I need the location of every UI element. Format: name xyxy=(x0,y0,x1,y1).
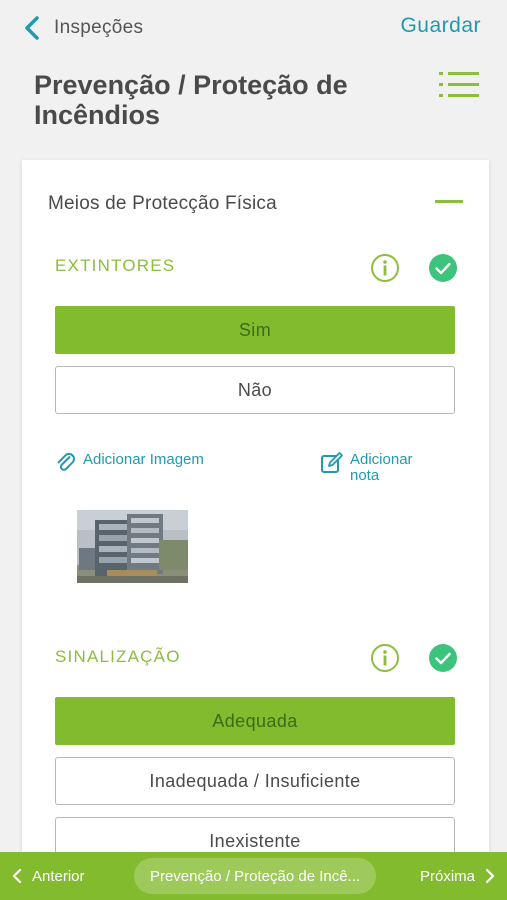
back-button[interactable]: Inspeções xyxy=(24,12,143,44)
save-button[interactable]: Guardar xyxy=(400,14,481,38)
bottom-navigation-bar: Anterior Prevenção / Proteção de Incê...… xyxy=(0,852,507,900)
next-button[interactable]: Próxima xyxy=(420,852,495,900)
current-section-pill[interactable]: Prevenção / Proteção de Incê... xyxy=(134,858,376,894)
question-label-sinalizacao: SINALIZAÇÃO xyxy=(55,647,181,666)
option-adequada[interactable]: Adequada xyxy=(55,697,455,745)
check-circle-icon xyxy=(429,254,457,282)
option-sim[interactable]: Sim xyxy=(55,306,455,354)
back-label: Inspeções xyxy=(54,17,144,38)
check-circle-icon xyxy=(429,644,457,672)
previous-button[interactable]: Anterior xyxy=(12,852,85,900)
next-label: Próxima xyxy=(419,867,475,885)
info-icon[interactable] xyxy=(370,253,400,283)
add-image-label: Adicionar Imagem xyxy=(83,451,204,468)
add-note-label: Adicionar nota xyxy=(350,451,413,484)
option-inadequada-insuficiente[interactable]: Inadequada / Insuficiente xyxy=(55,757,455,805)
attached-image-thumbnail[interactable] xyxy=(77,510,188,583)
inspection-card: Meios de Protecção Física EXTINTORES Sim… xyxy=(22,160,489,880)
section-title: Meios de Protecção Física xyxy=(48,193,277,214)
collapse-button[interactable] xyxy=(435,200,463,203)
question-label-extintores: EXTINTORES xyxy=(55,256,176,275)
option-nao[interactable]: Não xyxy=(55,366,455,414)
chevron-left-icon xyxy=(12,868,22,884)
edit-note-icon xyxy=(321,452,343,473)
paperclip-icon xyxy=(57,452,75,471)
top-bar: Inspeções Guardar xyxy=(0,0,507,60)
chevron-right-icon xyxy=(485,868,495,884)
chevron-left-icon xyxy=(25,16,39,40)
add-image-button[interactable]: Adicionar Imagem xyxy=(55,452,204,474)
previous-label: Anterior xyxy=(32,867,85,885)
page-title: Prevenção / Proteção de Incêndios xyxy=(34,70,348,130)
info-icon[interactable] xyxy=(370,643,400,673)
add-note-button[interactable]: Adicionar nota xyxy=(320,452,440,484)
list-menu-icon[interactable] xyxy=(439,72,479,98)
